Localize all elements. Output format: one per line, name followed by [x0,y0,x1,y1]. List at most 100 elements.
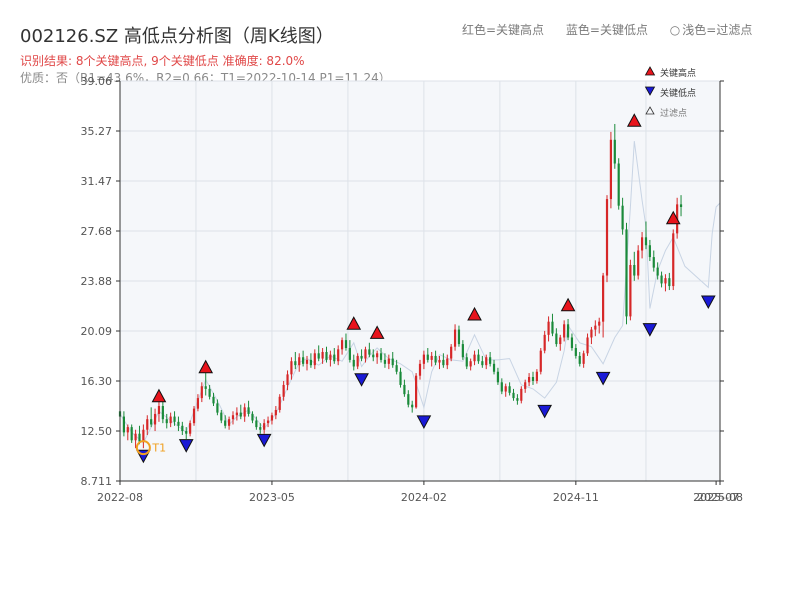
candle-body [282,384,285,397]
candle-body [290,361,293,375]
candle-body [407,394,410,405]
candle-body [477,354,480,362]
candle-body [598,321,601,326]
candle-body [379,353,383,360]
candle-body [547,321,550,335]
x-tick-label: 2025-08 [697,491,743,504]
t1-label: T1 [151,442,166,455]
candle-body [212,396,215,404]
y-tick-label: 8.711 [81,475,113,488]
candle-body [294,361,297,366]
candle-body [492,363,496,372]
candle-body [504,386,507,392]
candle-body [481,361,484,366]
legend-high-label: 关键高点 [660,67,696,79]
x-tick-label: 2024-11 [553,491,599,504]
candle-body [664,278,667,284]
candle-body [574,348,577,356]
y-tick-label: 39.06 [81,75,113,88]
candle-body [227,419,231,426]
candle-body [508,386,511,393]
y-tick-label: 31.47 [81,175,113,188]
legend-filtered-label: 过滤点 [660,107,687,119]
candle-body [126,427,129,433]
candle-body [157,406,161,414]
candle-body [146,419,149,430]
candle-body [220,412,223,421]
candle [629,259,632,321]
candle [672,229,675,291]
candle-body [637,250,640,276]
candle-body [239,412,242,417]
candle-body [559,337,562,345]
candle-body [656,267,659,276]
y-tick-label: 12.50 [81,425,113,438]
candle-body [165,419,168,424]
candle-body [512,392,515,399]
candle-body [524,382,527,389]
candle-body [356,355,359,367]
candle-body [286,374,289,385]
candle-body [672,233,675,287]
candle-body [629,264,632,317]
candle [130,424,133,443]
candle-body [453,329,457,347]
candle-body [625,229,628,317]
candle-body [196,398,200,409]
candle-body [551,321,554,334]
candle-body [442,359,445,366]
candle-body [652,257,655,268]
candle-body [613,139,616,164]
candle-body [259,427,262,430]
candle-body [621,205,624,230]
candle-body [473,354,476,362]
candle-body [403,384,406,395]
candle-body [531,377,535,381]
y-tick-label: 16.30 [81,375,113,388]
candle-body [177,421,180,426]
candle-body [161,406,164,420]
candle-body [134,433,137,441]
candle-body [496,371,500,383]
candle-body [633,264,636,276]
candle-body [305,359,309,364]
candle-body [555,333,558,345]
candle-body [399,371,402,385]
candle-body [333,354,336,362]
candle-body [360,355,363,359]
candle-body [150,419,153,425]
candle [539,348,542,375]
candle-body [469,361,472,367]
candle-body [321,351,324,359]
candle-body [270,415,274,421]
candle-body [438,359,441,363]
candle-body [605,199,609,276]
candle-body [208,388,211,397]
candle-body [457,329,461,345]
candle-body [582,353,585,364]
candle-body [602,275,605,322]
candle-body [317,353,320,359]
candle [192,406,196,426]
candle-body [200,386,203,399]
candle-body [418,363,422,376]
y-tick-label: 20.09 [81,325,113,338]
candle-body [251,413,254,421]
candle-body [329,354,332,360]
candle-body [520,388,523,401]
candle-body [395,365,398,372]
candle-body [138,433,141,442]
candle-body [309,359,313,366]
y-tick-label: 23.88 [81,275,113,288]
candle-body [539,350,542,372]
candle-body [344,340,348,349]
candle-body [516,398,519,401]
candle-body [348,348,351,360]
candle-body [594,325,597,330]
candle-body [566,324,570,338]
candle-body [185,431,188,434]
legend-low-label: 关键低点 [660,87,696,99]
candle-body [130,427,133,441]
candle [278,394,281,413]
candle-body [617,163,620,206]
